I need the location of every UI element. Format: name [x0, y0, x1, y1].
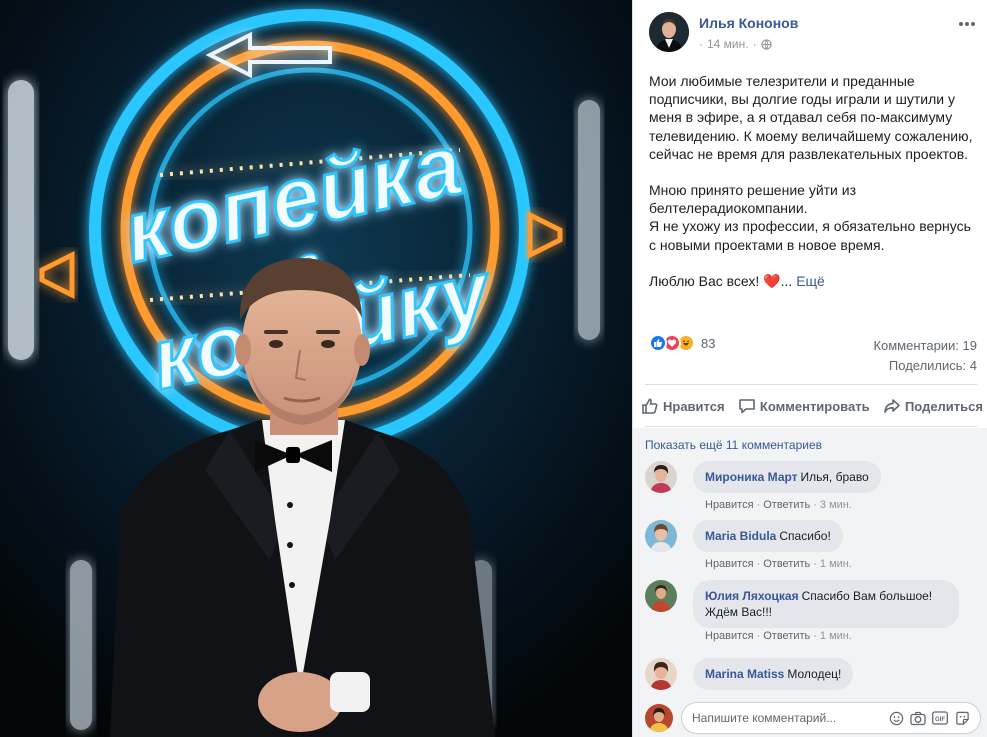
thumbs-up-icon — [642, 398, 658, 414]
comment-like-link[interactable]: Нравится — [705, 558, 754, 570]
sticker-icon[interactable] — [954, 710, 970, 726]
svg-text:GIF: GIF — [935, 717, 945, 723]
comment-text: Спасибо! — [779, 529, 831, 543]
comment-like-link[interactable]: Нравится — [705, 499, 754, 511]
commenter-avatar[interactable] — [645, 658, 677, 690]
comment-actions: Нравится · Ответить · 3 мин. — [705, 499, 852, 511]
heart-emoji: ❤️ — [763, 272, 781, 289]
timestamp-dot-2: · — [752, 37, 757, 51]
author-avatar[interactable] — [649, 12, 689, 52]
share-button[interactable]: Поделиться — [883, 397, 983, 415]
divider-top — [645, 384, 977, 385]
post-paragraph-3: Люблю Вас всех! ❤️... Ещё — [649, 272, 979, 290]
comment-actions: Нравится · Ответить · 1 мин. — [705, 630, 852, 642]
divider-bottom — [645, 426, 977, 427]
show-more-comments-link[interactable]: Показать ещё 11 комментариев — [645, 438, 822, 452]
comment-bubble: Marina Matiss Молодец! — [693, 658, 854, 690]
post-paragraph-3-text: Люблю Вас всех! — [649, 272, 764, 289]
reaction-count: 83 — [701, 335, 716, 351]
reactions-summary[interactable]: 83 — [649, 334, 715, 352]
comments-section: Показать ещё 11 комментариев Мироника Ма… — [633, 428, 987, 737]
author-name[interactable]: Илья Кононов — [699, 15, 798, 31]
post-header: Илья Кононов · 14 мин. · — [649, 12, 977, 54]
post-text: Мои любимые телезрители и преданные подп… — [649, 72, 979, 290]
comment-time[interactable]: 1 мин. — [820, 558, 852, 570]
composer-icons: GIF — [888, 710, 970, 726]
photo-illustration: копейка в копейку — [0, 0, 632, 737]
comment-reply-link[interactable]: Ответить — [763, 630, 810, 642]
post-paragraph-1: Мои любимые телезрители и преданные подп… — [649, 73, 973, 162]
like-reaction-icon — [649, 334, 667, 352]
commenter-avatar[interactable] — [645, 520, 677, 552]
comment-composer: Напишите комментарий... GIF — [645, 702, 981, 734]
comment-input[interactable]: Напишите комментарий... GIF — [681, 702, 981, 734]
post-actions: Нравится Комментировать Поделиться — [641, 393, 983, 419]
comment-text: Илья, браво — [800, 470, 869, 484]
comment-button-label: Комментировать — [759, 398, 870, 414]
comment-time[interactable]: 3 мин. — [820, 499, 852, 511]
engagement-counts: Комментарии: 19 Поделились: 4 — [873, 336, 977, 376]
timestamp-dot: · — [699, 37, 703, 51]
comment-reply-link[interactable]: Ответить — [763, 499, 810, 511]
camera-icon[interactable] — [910, 710, 926, 726]
comment-icon — [739, 399, 755, 414]
see-more-link[interactable]: Ещё — [796, 273, 825, 289]
composer-avatar — [645, 704, 673, 732]
like-button-label: Нравится — [663, 398, 725, 414]
comment-bubble: Maria Bidula Спасибо! — [693, 520, 843, 552]
emoji-icon[interactable] — [888, 710, 904, 726]
post-panel: Илья Кононов · 14 мин. · Мои любимые тел… — [632, 0, 987, 737]
share-arrow-icon — [884, 399, 900, 413]
post-photo[interactable]: копейка в копейку — [0, 0, 632, 737]
comment-input-placeholder: Напишите комментарий... — [692, 711, 837, 725]
commenter-name[interactable]: Maria Bidula — [705, 529, 776, 543]
comment-bubble: Юлия Ляхоцкая Спасибо Вам большое! Ждём В… — [693, 580, 959, 628]
comment-like-link[interactable]: Нравится — [705, 630, 754, 642]
comment-text: Молодец! — [787, 667, 842, 681]
share-button-label: Поделиться — [904, 398, 983, 414]
commenter-avatar[interactable] — [645, 580, 677, 612]
ellipsis: ... — [780, 272, 797, 289]
comment-bubble: Мироника Март Илья, браво — [693, 461, 881, 493]
globe-icon[interactable] — [760, 38, 772, 50]
like-button[interactable]: Нравится — [641, 397, 725, 415]
commenter-avatar[interactable] — [645, 461, 677, 493]
comment-time[interactable]: 1 мин. — [820, 630, 852, 642]
commenter-name[interactable]: Мироника Март — [705, 470, 798, 484]
post-timestamp[interactable]: 14 мин. — [707, 37, 749, 51]
commenter-name[interactable]: Юлия Ляхоцкая — [705, 589, 799, 603]
comment-actions: Нравится · Ответить · 1 мин. — [705, 558, 852, 570]
commenter-name[interactable]: Marina Matiss — [705, 667, 784, 681]
comments-count[interactable]: Комментарии: 19 — [873, 336, 977, 356]
comment-button[interactable]: Комментировать — [738, 397, 870, 415]
post-paragraph-2: Мною принято решение уйти из белтелеради… — [649, 182, 971, 253]
comment-reply-link[interactable]: Ответить — [763, 558, 810, 570]
shares-count[interactable]: Поделились: 4 — [873, 356, 977, 376]
more-dots-icon[interactable] — [957, 14, 977, 30]
gif-icon[interactable]: GIF — [932, 710, 948, 726]
post-meta: · 14 мин. · — [699, 37, 772, 51]
